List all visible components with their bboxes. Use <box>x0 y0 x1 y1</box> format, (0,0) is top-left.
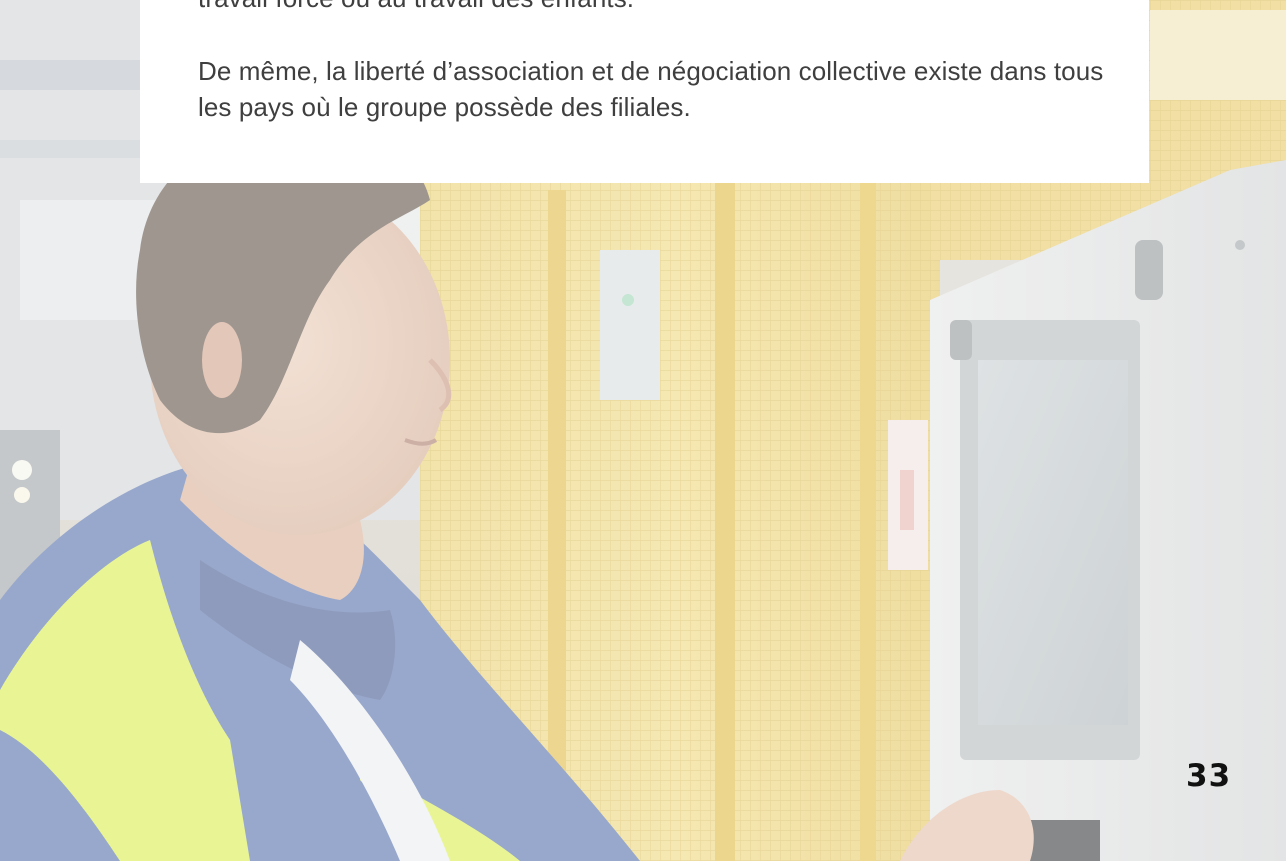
page-number: 33 <box>1186 758 1232 794</box>
document-page: travail forcé ou au travail des enfants.… <box>0 0 1286 861</box>
paragraph-freedom-of-association: De même, la liberté d’association et de … <box>198 56 1104 122</box>
paragraph-forced-labour: travail forcé ou au travail des enfants. <box>198 0 634 16</box>
text-box: travail forcé ou au travail des enfants.… <box>140 0 1149 183</box>
